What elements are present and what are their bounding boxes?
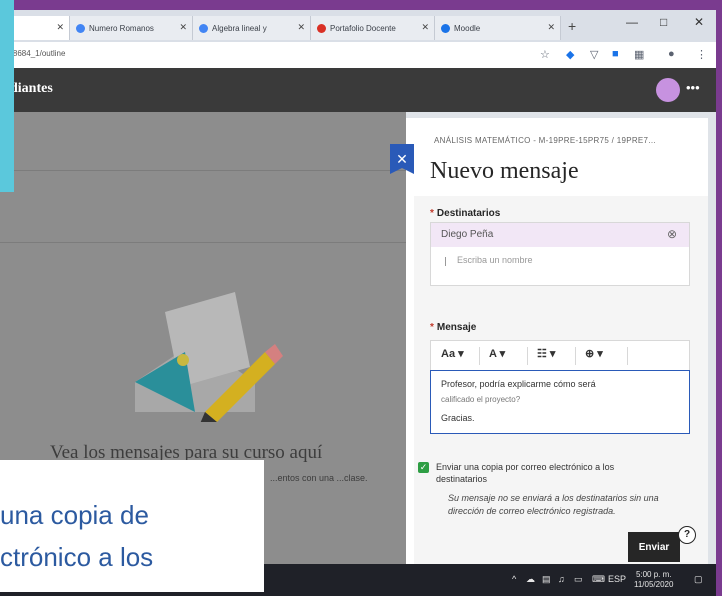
chevron-up-icon[interactable]: ^ <box>512 574 516 584</box>
moodle-icon <box>441 23 450 33</box>
maximize-button[interactable]: □ <box>660 15 667 29</box>
new-tab-button[interactable]: + <box>568 18 576 34</box>
shield-icon[interactable]: ▽ <box>590 48 598 61</box>
email-copy-label: Enviar una copia por correo electrónico … <box>436 462 615 484</box>
tab-bar: ✕ Numero Romanos ✕ Algebra lineal y ✕ Po… <box>0 10 716 42</box>
email-copy-note: Su mensaje no se enviará a los destinata… <box>448 493 659 516</box>
avatar[interactable] <box>656 78 680 102</box>
more-icon[interactable]: ••• <box>686 80 700 95</box>
recipient-name: Diego Peña <box>441 229 494 240</box>
envelope-pencil-illustration <box>135 292 283 422</box>
tab-portafolio[interactable]: Portafolio Docente ✕ <box>311 16 435 40</box>
course-breadcrumb: ANÁLISIS MATEMÁTICO - M-19PRE-15PR75 / 1… <box>434 136 656 145</box>
portfolio-icon <box>317 23 326 33</box>
divider <box>0 170 406 171</box>
battery-icon[interactable]: ▭ <box>574 574 583 585</box>
app-title: diantes <box>10 81 53 96</box>
extension-icon[interactable]: ◆ <box>566 48 574 61</box>
message-line: calificado el proyecto? <box>441 395 521 404</box>
tab-algebra-lineal[interactable]: Algebra lineal y ✕ <box>193 16 311 40</box>
drawer-title: Nuevo mensaje <box>430 158 579 184</box>
tab-numero-romanos[interactable]: Numero Romanos ✕ <box>70 16 193 40</box>
overlay-caption-line: una copia de <box>0 500 149 530</box>
message-line: Gracias. <box>441 413 475 423</box>
extension-icon[interactable]: ■ <box>612 48 619 60</box>
list-button[interactable]: ☷ ▾ <box>537 347 555 360</box>
insert-button[interactable]: ⊕ ▾ <box>585 347 603 360</box>
divider <box>0 242 406 243</box>
menu-icon[interactable]: ⋮ <box>696 48 707 61</box>
email-copy-checkbox[interactable]: ✓ <box>418 462 429 473</box>
close-tab-icon[interactable]: ✕ <box>179 22 187 33</box>
overlay-caption: una copia de ctrónico a los <box>0 494 153 578</box>
close-window-button[interactable]: ✕ <box>694 15 704 29</box>
close-tab-icon[interactable]: ✕ <box>547 22 555 33</box>
overlay-caption-line: ctrónico a los <box>0 542 154 572</box>
recipients-field[interactable]: Diego Peña ⊗ Escriba un nombre <box>430 222 690 286</box>
help-button[interactable]: ? <box>678 526 696 544</box>
address-bar[interactable]: _78684_1/outline ☆ ◆ ▽ ■ ▦ ● ⋮ <box>0 42 716 69</box>
close-tab-icon[interactable]: ✕ <box>421 22 429 33</box>
keyboard-icon[interactable]: ⌨ <box>592 574 605 585</box>
font-size-button[interactable]: Aa ▾ <box>441 347 464 360</box>
extension-icon[interactable]: ▦ <box>634 48 644 61</box>
message-body-input[interactable]: Profesor, podría explicarme cómo será ca… <box>430 370 690 434</box>
clock[interactable]: 5:00 p. m. 11/05/2020 <box>634 570 673 590</box>
recipient-chip[interactable]: Diego Peña ⊗ <box>431 223 689 247</box>
text-format-button[interactable]: A ▾ <box>489 347 505 360</box>
notification-icon[interactable]: ▢ <box>694 574 703 585</box>
editor-toolbar: Aa ▾ A ▾ ☷ ▾ ⊕ ▾ <box>430 340 690 372</box>
close-tab-icon[interactable]: ✕ <box>297 22 305 33</box>
volume-icon[interactable]: ♫ <box>558 574 565 584</box>
network-icon[interactable]: ▤ <box>542 574 551 585</box>
clock-date: 11/05/2020 <box>634 580 674 589</box>
google-icon <box>76 23 85 33</box>
recipients-label: * Destinatarios <box>430 208 501 219</box>
tab-moodle[interactable]: Moodle ✕ <box>435 16 561 40</box>
close-tab-icon[interactable]: ✕ <box>56 22 64 33</box>
clock-time: 5:00 p. m. <box>635 570 672 579</box>
empty-state-subtitle: ...entos con una ...clase. <box>270 473 368 483</box>
recipient-search-input[interactable]: Escriba un nombre <box>445 255 533 266</box>
new-message-drawer: ANÁLISIS MATEMÁTICO - M-19PRE-15PR75 / 1… <box>406 118 708 564</box>
minimize-button[interactable]: — <box>626 15 638 29</box>
message-label: * Mensaje <box>430 322 477 333</box>
message-line: Profesor, podría explicarme cómo será <box>441 379 596 389</box>
app-header: diantes ••• <box>0 68 716 112</box>
remove-recipient-icon[interactable]: ⊗ <box>667 227 677 241</box>
star-icon[interactable]: ☆ <box>540 48 550 61</box>
send-button[interactable]: Enviar <box>628 532 680 562</box>
google-icon <box>199 23 208 33</box>
profile-icon[interactable]: ● <box>668 48 675 60</box>
language-indicator[interactable]: ESP <box>608 574 626 584</box>
overlay-accent <box>0 0 14 192</box>
cloud-icon[interactable]: ☁ <box>526 574 535 585</box>
